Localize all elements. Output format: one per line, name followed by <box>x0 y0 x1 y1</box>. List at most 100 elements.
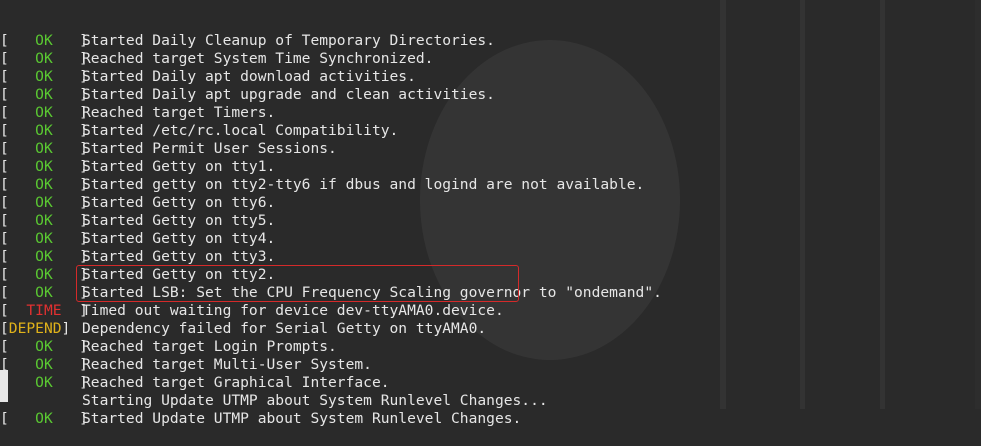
log-message: Started Daily apt upgrade and clean acti… <box>82 86 495 103</box>
status-indicator: [ OK ] <box>0 176 88 194</box>
log-line: [ OK ] Started Getty on tty6. <box>0 194 981 212</box>
status-indicator: [ OK ] <box>0 212 88 230</box>
status-open-bracket: [ <box>0 248 9 265</box>
log-message: Started Getty on tty3. <box>82 248 276 265</box>
status-tag: OK <box>17 86 71 103</box>
status-indicator: [ OK ] <box>0 32 88 50</box>
status-open-bracket: [ <box>0 176 9 193</box>
log-message: Timed out waiting for device dev-ttyAMA0… <box>82 302 504 319</box>
log-message: Started Daily Cleanup of Temporary Direc… <box>82 32 495 49</box>
status-indicator: [DEPEND] <box>0 320 82 338</box>
status-indicator: [ OK ] <box>0 158 88 176</box>
status-open-bracket: [ <box>0 104 9 121</box>
log-message: Reached target Timers. <box>82 104 276 121</box>
log-message: Dependency failed for Serial Getty on tt… <box>82 320 487 337</box>
log-message: Reached target System Time Synchronized. <box>82 50 434 67</box>
log-message: Started Update UTMP about System Runleve… <box>82 410 522 427</box>
log-line: [ OK ] Reached target Login Prompts. <box>0 338 981 356</box>
status-indicator: [ OK ] <box>0 122 88 140</box>
status-tag: OK <box>17 122 71 139</box>
log-line: Starting Update UTMP about System Runlev… <box>0 392 981 410</box>
log-line: [ OK ] Started Daily Cleanup of Temporary… <box>0 32 981 50</box>
status-indicator: [ OK ] <box>0 68 88 86</box>
log-message: Started Getty on tty6. <box>82 194 276 211</box>
status-indicator: [ OK ] <box>0 266 88 284</box>
status-tag: OK <box>17 32 71 49</box>
scrollbar[interactable] <box>975 0 981 409</box>
log-message: Reached target Login Prompts. <box>82 338 337 355</box>
log-line: [ OK ] Started Getty on tty4. <box>0 230 981 248</box>
status-tag: OK <box>17 194 71 211</box>
status-tag: OK <box>17 284 71 301</box>
status-open-bracket: [ <box>0 320 9 337</box>
log-line: [DEPEND] Dependency failed for Serial Get… <box>0 320 981 338</box>
status-tag: OK <box>17 140 71 157</box>
status-tag: DEPEND <box>8 320 62 337</box>
log-line: [ OK ] Started getty on tty2-tty6 if dbus… <box>0 176 981 194</box>
status-indicator: [ OK ] <box>0 356 88 374</box>
status-open-bracket: [ <box>0 158 9 175</box>
status-open-bracket: [ <box>0 410 9 427</box>
status-indicator: [ OK ] <box>0 338 88 356</box>
log-message: Started getty on tty2-tty6 if dbus and l… <box>82 176 645 193</box>
status-indicator: [ OK ] <box>0 194 88 212</box>
log-line: [ OK ] Reached target Multi-User System. <box>0 356 981 374</box>
log-line: [ OK ] Reached target System Time Synchro… <box>0 50 981 68</box>
log-message: Starting Update UTMP about System Runlev… <box>82 392 548 409</box>
status-open-bracket: [ <box>0 32 9 49</box>
status-indicator: [ TIME ] <box>0 302 88 320</box>
status-tag: OK <box>17 374 71 391</box>
status-tag: OK <box>17 50 71 67</box>
log-line: [ OK ] Reached target Timers. <box>0 104 981 122</box>
log-line: [ OK ] Started Getty on tty1. <box>0 158 981 176</box>
log-message: Started Getty on tty5. <box>82 212 276 229</box>
status-tag: OK <box>17 176 71 193</box>
status-indicator: [ OK ] <box>0 374 88 392</box>
log-message: Started Getty on tty4. <box>82 230 276 247</box>
status-open-bracket: [ <box>0 338 9 355</box>
log-message: Started Getty on tty1. <box>82 158 276 175</box>
status-open-bracket: [ <box>0 212 9 229</box>
status-open-bracket: [ <box>0 50 9 67</box>
log-line: [ OK ] Started Permit User Sessions. <box>0 140 981 158</box>
status-open-bracket: [ <box>0 68 9 85</box>
status-open-bracket: [ <box>0 230 9 247</box>
status-tag: OK <box>17 158 71 175</box>
status-indicator: [ OK ] <box>0 104 88 122</box>
status-tag: TIME <box>17 302 71 319</box>
status-indicator: [ OK ] <box>0 284 88 302</box>
status-close-bracket: ] <box>61 320 71 337</box>
log-line: [ OK ] Started Getty on tty5. <box>0 212 981 230</box>
status-open-bracket: [ <box>0 86 9 103</box>
log-message: Reached target Graphical Interface. <box>82 374 390 391</box>
log-message: Reached target Multi-User System. <box>82 356 372 373</box>
status-open-bracket: [ <box>0 140 9 157</box>
status-open-bracket: [ <box>0 284 9 301</box>
status-open-bracket: [ <box>0 122 9 139</box>
status-tag: OK <box>17 248 71 265</box>
log-line: [ OK ] Started /etc/rc.local Compatibilit… <box>0 122 981 140</box>
log-line: [ OK ] Started Daily apt download activit… <box>0 68 981 86</box>
log-message: Started Permit User Sessions. <box>82 140 337 157</box>
status-tag: OK <box>17 212 71 229</box>
status-open-bracket: [ <box>0 194 9 211</box>
status-open-bracket: [ <box>0 266 9 283</box>
status-tag: OK <box>17 356 71 373</box>
log-line: [ OK ]Reached target Graphical Interface… <box>0 374 981 392</box>
log-line: [ OK ] Started Daily apt upgrade and clea… <box>0 86 981 104</box>
error-highlight-box <box>76 265 519 302</box>
status-tag: OK <box>17 68 71 85</box>
status-indicator: [ OK ] <box>0 230 88 248</box>
status-tag: OK <box>17 104 71 121</box>
status-tag: OK <box>17 230 71 247</box>
text-cursor <box>0 370 8 402</box>
log-message: Started /etc/rc.local Compatibility. <box>82 122 399 139</box>
status-open-bracket: [ <box>0 302 9 319</box>
log-line: [ OK ] Started Getty on tty3. <box>0 248 981 266</box>
status-indicator: [ OK ] <box>0 248 88 266</box>
status-indicator: [ OK ] <box>0 50 88 68</box>
log-line: [ TIME ] Timed out waiting for device dev… <box>0 302 981 320</box>
status-indicator: [ OK ] <box>0 410 88 428</box>
status-indicator: [ OK ] <box>0 140 88 158</box>
log-message: Started Daily apt download activities. <box>82 68 416 85</box>
